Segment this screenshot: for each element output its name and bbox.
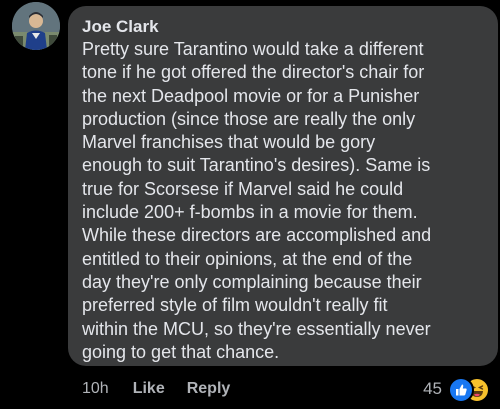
comment-actions: 10h Like Reply xyxy=(82,378,252,400)
reaction-summary[interactable]: 45 xyxy=(423,376,490,403)
comment-timestamp[interactable]: 10h xyxy=(82,380,109,398)
comment-line: Pretty sure Tarantino would take a diffe… xyxy=(82,39,424,59)
comment-bubble: Joe Clark Pretty sure Tarantino would ta… xyxy=(68,6,498,366)
like-icon xyxy=(448,377,474,403)
comment-line: going to get that chance. xyxy=(82,341,280,362)
profile-photo-icon xyxy=(12,2,60,50)
comment-line: enough to suit Tarantino's desires). Sam… xyxy=(82,155,431,176)
comment-line: include 200+ f-bombs in a movie for them… xyxy=(82,202,418,223)
comment-line: Marvel franchises that would be gory xyxy=(82,132,376,153)
reaction-count: 45 xyxy=(423,379,442,398)
comment-line: tone if he got offered the director's ch… xyxy=(82,62,425,83)
comment-thread: Joe Clark Pretty sure Tarantino would ta… xyxy=(0,0,500,409)
comment-line: day they're only complaining because the… xyxy=(82,271,422,292)
avatar[interactable] xyxy=(12,2,60,50)
reply-button[interactable]: Reply xyxy=(187,380,231,398)
comment-author[interactable]: Joe Clark xyxy=(82,17,159,37)
comment-line: the next Deadpool movie or for a Punishe… xyxy=(82,85,420,106)
reaction-icons xyxy=(448,377,490,403)
comment-body: Pretty sure Tarantino would take a diffe… xyxy=(82,38,492,364)
comment-line: preferred style of film wouldn't really … xyxy=(82,295,388,316)
comment-line: within the MCU, so they're essentially n… xyxy=(82,318,431,339)
like-button[interactable]: Like xyxy=(133,380,165,398)
comment-line: While these directors are accomplished a… xyxy=(82,225,432,246)
comment-line: true for Scorsese if Marvel said he coul… xyxy=(82,178,404,199)
comment-line: production (since those are really the o… xyxy=(82,108,416,129)
comment-line: entitled to their opinions, at the end o… xyxy=(82,248,413,269)
